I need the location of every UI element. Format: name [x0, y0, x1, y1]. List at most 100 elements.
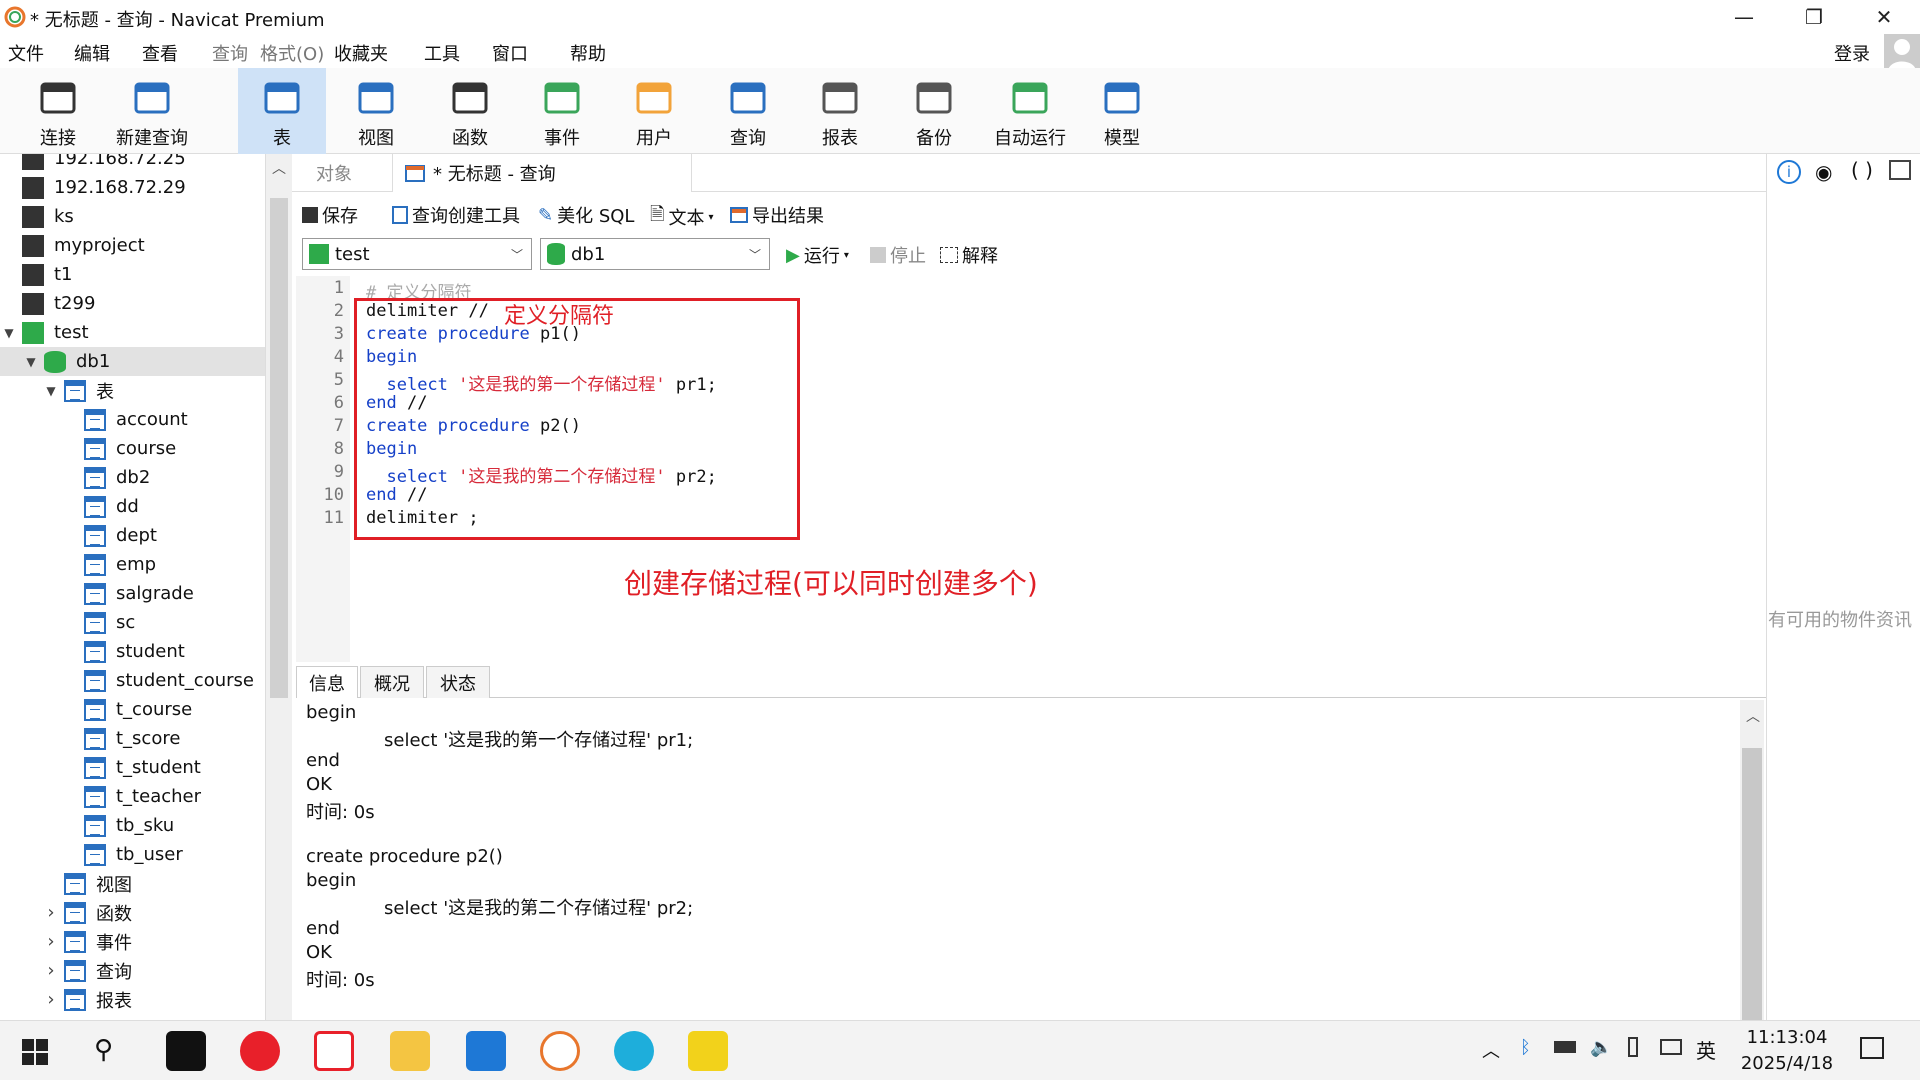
tree-item-tb_user[interactable]: tb_user — [0, 840, 265, 869]
menu-item-2[interactable]: 查看 — [142, 40, 178, 66]
tree-item-t_teacher[interactable]: t_teacher — [0, 782, 265, 811]
result-tab-1[interactable]: 概况 — [360, 666, 424, 698]
menu-item-6[interactable]: 工具 — [424, 40, 460, 66]
toolbar-plug-button[interactable]: 连接 — [8, 68, 108, 154]
wps-icon[interactable] — [314, 1031, 354, 1071]
tree-item-db2[interactable]: db2 — [0, 463, 265, 492]
chevron-down-icon[interactable]: ▼ — [44, 384, 58, 398]
tree-item-视图[interactable]: 视图 — [0, 869, 265, 898]
tree-item-192.168.72.25[interactable]: 192.168.72.25 — [0, 154, 265, 173]
toolbar-new-query-button[interactable]: 新建查询 — [102, 68, 202, 154]
export-results-button[interactable]: 导出结果 — [730, 202, 824, 228]
stop-button[interactable]: 停止 — [870, 242, 926, 268]
tiktok-icon[interactable] — [166, 1031, 206, 1071]
toolbar-model-button[interactable]: 模型 — [1078, 68, 1166, 154]
tree-item-emp[interactable]: emp — [0, 550, 265, 579]
tree-item-表[interactable]: ▼ 表 — [0, 376, 265, 405]
tree-item-t1[interactable]: t1 — [0, 260, 265, 289]
toolbar-function-button[interactable]: 函数 — [426, 68, 514, 154]
result-tab-2[interactable]: 状态 — [426, 666, 490, 698]
tray-expand-icon[interactable]: ︿ — [1482, 1037, 1500, 1063]
netease-music-icon[interactable] — [240, 1031, 280, 1071]
search-icon[interactable]: ⚲ — [94, 1035, 113, 1065]
battery-icon[interactable] — [1554, 1041, 1576, 1053]
tree-item-student_course[interactable]: student_course — [0, 666, 265, 695]
eye-icon[interactable]: ◉ — [1815, 160, 1832, 184]
text-button[interactable]: 🗎 文本 ▾ — [650, 202, 714, 232]
sidebar-scroll-thumb[interactable] — [270, 198, 288, 698]
tab-query[interactable]: * 无标题 - 查询 — [392, 154, 692, 192]
clock-time[interactable]: 11:13:04 — [1732, 1027, 1842, 1048]
tree-item-t_course[interactable]: t_course — [0, 695, 265, 724]
scroll-up-icon[interactable]: ︿ — [272, 158, 286, 178]
beautify-sql-button[interactable]: ✎ 美化 SQL — [538, 202, 634, 228]
menu-item-7[interactable]: 窗口 — [492, 40, 528, 66]
bluetooth-icon[interactable]: ᛒ — [1520, 1037, 1531, 1058]
info-icon[interactable]: i — [1777, 160, 1801, 184]
chevron-right-icon[interactable]: › — [44, 902, 58, 923]
windows-start-icon[interactable] — [22, 1039, 48, 1065]
tree-item-t299[interactable]: t299 — [0, 289, 265, 318]
tree-item-tb_sku[interactable]: tb_sku — [0, 811, 265, 840]
toolbar-view-button[interactable]: 视图 — [332, 68, 420, 154]
tree-item-db1[interactable]: ▼ db1 — [0, 347, 265, 376]
avatar[interactable] — [1884, 34, 1920, 72]
clock-date[interactable]: 2025/4/18 — [1732, 1053, 1842, 1074]
layout-icon[interactable] — [1889, 160, 1911, 180]
result-tab-0[interactable]: 信息 — [296, 666, 358, 698]
recorder-icon[interactable] — [688, 1031, 728, 1071]
restore-button[interactable]: ❐ — [1778, 0, 1850, 34]
database-select[interactable]: db1 ﹀ — [540, 238, 770, 270]
minimize-button[interactable]: — — [1708, 0, 1780, 34]
output-scroll-thumb[interactable] — [1742, 748, 1762, 1020]
query-builder-button[interactable]: 查询创建工具 — [392, 202, 520, 228]
toolbar-report-button[interactable]: 报表 — [796, 68, 884, 154]
tree-item-dept[interactable]: dept — [0, 521, 265, 550]
tree-item-查询[interactable]: › 查询 — [0, 956, 265, 985]
tree-item-test[interactable]: ▼ test — [0, 318, 265, 347]
file-explorer-icon[interactable] — [390, 1031, 430, 1071]
run-button[interactable]: ▶ 运行 ▾ — [786, 242, 849, 268]
close-button[interactable]: ✕ — [1848, 0, 1920, 34]
menu-item-5[interactable]: 收藏夹 — [334, 40, 388, 66]
tree-item-ks[interactable]: ks — [0, 202, 265, 231]
save-button[interactable]: 保存 — [302, 202, 358, 228]
tree-item-student[interactable]: student — [0, 637, 265, 666]
menu-item-4[interactable]: 格式(O) — [260, 40, 324, 66]
toolbar-table-button[interactable]: 表 — [238, 68, 326, 154]
toolbar-user-button[interactable]: 用户 — [610, 68, 698, 154]
sidebar-scrollbar[interactable]: ︿ — [266, 154, 292, 1020]
menu-item-8[interactable]: 帮助 — [570, 40, 606, 66]
tree-item-salgrade[interactable]: salgrade — [0, 579, 265, 608]
parentheses-icon[interactable]: ( ) — [1851, 158, 1873, 182]
chevron-right-icon[interactable]: › — [44, 989, 58, 1010]
tree-item-sc[interactable]: sc — [0, 608, 265, 637]
toolbar-query-button[interactable]: 查询 — [704, 68, 792, 154]
notification-icon[interactable] — [1860, 1037, 1884, 1059]
feishu-icon[interactable] — [466, 1031, 506, 1071]
tab-objects[interactable]: 对象 — [304, 154, 364, 192]
toolbar-backup-button[interactable]: 备份 — [890, 68, 978, 154]
toolbar-autorun-button[interactable]: 自动运行 — [986, 68, 1074, 154]
navicat-taskbar-icon[interactable] — [540, 1031, 580, 1071]
tree-item-192.168.72.29[interactable]: 192.168.72.29 — [0, 173, 265, 202]
ime-indicator[interactable]: 英 — [1696, 1035, 1716, 1064]
chevron-down-icon[interactable]: ▼ — [2, 326, 16, 340]
tree-item-t_score[interactable]: t_score — [0, 724, 265, 753]
usb-icon[interactable] — [1628, 1037, 1638, 1057]
toolbar-clock-button[interactable]: 事件 — [518, 68, 606, 154]
menu-item-1[interactable]: 编辑 — [74, 40, 110, 66]
connection-select[interactable]: test ﹀ — [302, 238, 532, 270]
tree-item-course[interactable]: course — [0, 434, 265, 463]
edge-icon[interactable] — [614, 1031, 654, 1071]
scroll-up-icon[interactable]: ︿ — [1746, 706, 1760, 726]
chevron-down-icon[interactable]: ▼ — [24, 355, 38, 369]
menu-item-3[interactable]: 查询 — [212, 40, 248, 66]
volume-icon[interactable]: 🔈 — [1590, 1037, 1612, 1058]
chevron-right-icon[interactable]: › — [44, 960, 58, 981]
tree-item-报表[interactable]: › 报表 — [0, 985, 265, 1014]
login-link[interactable]: 登录 — [1834, 40, 1870, 66]
tree-item-t_student[interactable]: t_student — [0, 753, 265, 782]
tree-item-事件[interactable]: › 事件 — [0, 927, 265, 956]
tree-item-函数[interactable]: › 函数 — [0, 898, 265, 927]
